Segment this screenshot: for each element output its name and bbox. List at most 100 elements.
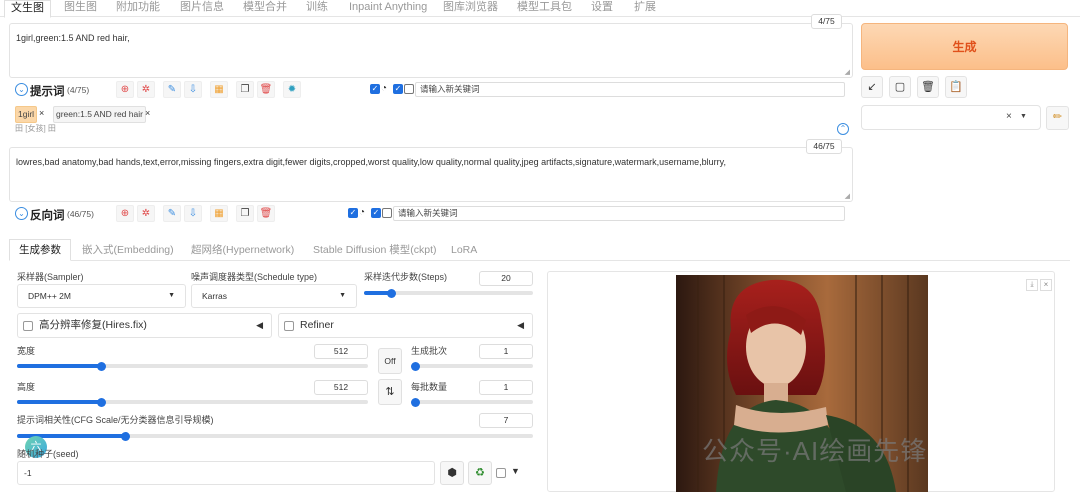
- schedule-value: Karras: [202, 291, 228, 301]
- translate-icon[interactable]: ⊕: [116, 81, 134, 98]
- height-input[interactable]: 512: [314, 380, 368, 395]
- dice-icon[interactable]: ⬢: [440, 461, 464, 485]
- extra-seed-checkbox[interactable]: [496, 468, 506, 478]
- tab-hypernetwork[interactable]: 超网络(Hypernetwork): [191, 240, 294, 260]
- tab-extras[interactable]: 附加功能: [116, 0, 160, 17]
- batch-count-slider[interactable]: [410, 361, 533, 371]
- prompt-text: 1girl,green:1.5 AND red hair,: [16, 33, 130, 43]
- clipboard-icon[interactable]: 📋: [945, 76, 967, 98]
- copy-icon[interactable]: ❐: [236, 81, 254, 98]
- tab-inpaint-anything[interactable]: Inpaint Anything: [349, 0, 427, 17]
- auto-checkbox[interactable]: ✓: [393, 84, 403, 94]
- cfg-slider[interactable]: [17, 431, 533, 441]
- tab-settings[interactable]: 设置: [591, 0, 613, 17]
- resize-handle-icon[interactable]: ◢: [845, 68, 850, 76]
- prompt-tag-1girl[interactable]: 1girl: [15, 106, 38, 123]
- swap-off-button[interactable]: Off: [378, 348, 402, 374]
- gear-icon[interactable]: ✲: [137, 81, 155, 98]
- hires-fix-accordion[interactable]: 高分辨率修复(Hires.fix) ◀: [17, 313, 272, 338]
- keyword-input[interactable]: 请输入新关键词: [415, 82, 845, 97]
- collapse-icon[interactable]: ⌄: [15, 207, 28, 220]
- clear-icon[interactable]: ×: [1006, 111, 1012, 122]
- tab-lora[interactable]: LoRA: [451, 240, 477, 260]
- tag-hint-row: 田 [女孩] 田: [15, 124, 56, 133]
- square-icon[interactable]: ▢: [889, 76, 911, 98]
- tab-model-merge[interactable]: 模型合并: [243, 0, 287, 17]
- styles-dropdown[interactable]: × ▼: [861, 105, 1041, 130]
- grid-icon[interactable]: ▦: [210, 205, 228, 222]
- tab-png-info[interactable]: 图片信息: [180, 0, 224, 17]
- batch-size-slider[interactable]: [410, 397, 533, 407]
- prompt-tag-green-red-hair[interactable]: green:1.5 AND red hair: [53, 106, 146, 123]
- trash-icon[interactable]: 🗑: [917, 76, 939, 98]
- slider-handle[interactable]: [96, 361, 106, 371]
- close-icon[interactable]: ×: [145, 108, 150, 118]
- width-input[interactable]: 512: [314, 344, 368, 359]
- cfg-input[interactable]: 7: [479, 413, 533, 428]
- tab-image-browser[interactable]: 图库浏览器: [443, 0, 498, 17]
- slider-handle[interactable]: [386, 288, 396, 298]
- tab-checkpoint[interactable]: Stable Diffusion 模型(ckpt): [313, 240, 437, 260]
- prompt-textarea[interactable]: 1girl,green:1.5 AND red hair, ◢: [9, 23, 853, 78]
- batch-size-input[interactable]: 1: [479, 380, 533, 395]
- batch-count-label: 生成批次: [411, 346, 448, 356]
- refresh-icon[interactable]: ✹: [283, 81, 301, 98]
- slider-handle[interactable]: [410, 397, 420, 407]
- enable-checkbox[interactable]: ✓: [370, 84, 380, 94]
- hires-fix-checkbox[interactable]: [23, 321, 33, 331]
- tab-model-toolkit[interactable]: 模型工具包: [517, 0, 572, 17]
- translate-icon[interactable]: ⊕: [116, 205, 134, 222]
- enable-checkbox[interactable]: ✓: [348, 208, 358, 218]
- batch-count-input[interactable]: 1: [479, 344, 533, 359]
- chevron-up-icon[interactable]: ⌃: [837, 123, 849, 135]
- auto-checkbox[interactable]: ✓: [371, 208, 381, 218]
- collapse-icon[interactable]: ⌄: [15, 83, 28, 96]
- swap-dimensions-icon[interactable]: ⇅: [378, 379, 402, 405]
- edit-icon[interactable]: ✎: [163, 205, 181, 222]
- negative-prompt-text: lowres,bad anatomy,bad hands,text,error,…: [16, 157, 726, 167]
- sampler-dropdown[interactable]: DPM++ 2M ▼: [17, 284, 186, 308]
- seed-input[interactable]: -1: [17, 461, 435, 485]
- close-icon[interactable]: ×: [39, 108, 44, 118]
- tab-generation-params[interactable]: 生成参数: [9, 239, 71, 261]
- trash-icon[interactable]: 🗑: [257, 81, 275, 98]
- collapse-arrow-icon[interactable]: ◀: [256, 314, 263, 337]
- keyword-input[interactable]: 请输入新关键词: [393, 206, 845, 221]
- tab-embedding[interactable]: 嵌入式(Embedding): [82, 240, 174, 260]
- negative-prompt-textarea[interactable]: lowres,bad anatomy,bad hands,text,error,…: [9, 147, 853, 202]
- slider-handle[interactable]: [410, 361, 420, 371]
- resize-handle-icon[interactable]: ◢: [845, 192, 850, 200]
- refiner-checkbox[interactable]: [284, 321, 294, 331]
- tab-img2img[interactable]: 图生图: [64, 0, 97, 17]
- gear-icon[interactable]: ✲: [137, 205, 155, 222]
- tab-extensions[interactable]: 扩展: [634, 0, 656, 17]
- generate-button[interactable]: 生成: [861, 23, 1068, 70]
- width-slider[interactable]: [17, 361, 368, 371]
- height-slider[interactable]: [17, 397, 368, 407]
- trash-icon[interactable]: 🗑: [257, 205, 275, 222]
- refiner-accordion[interactable]: Refiner ◀: [278, 313, 533, 338]
- tab-train[interactable]: 训练: [306, 0, 328, 17]
- edit-icon[interactable]: ✎: [163, 81, 181, 98]
- download-icon[interactable]: ⤓: [1026, 279, 1038, 291]
- grid-icon[interactable]: ▦: [210, 81, 228, 98]
- close-icon[interactable]: ×: [1040, 279, 1052, 291]
- pencil-icon[interactable]: ✏: [1046, 106, 1069, 130]
- import-icon[interactable]: ⇩: [184, 81, 202, 98]
- slider-handle[interactable]: [96, 397, 106, 407]
- tab-txt2img[interactable]: 文生图: [4, 0, 51, 18]
- extra-checkbox[interactable]: [404, 84, 414, 94]
- collapse-arrow-icon[interactable]: ◀: [517, 314, 524, 337]
- schedule-dropdown[interactable]: Karras ▼: [191, 284, 357, 308]
- arrow-icon[interactable]: ↙: [861, 76, 883, 98]
- recycle-icon[interactable]: ♻: [468, 461, 492, 485]
- expand-arrow-icon[interactable]: ▼: [511, 466, 520, 476]
- extra-checkbox[interactable]: [382, 208, 392, 218]
- import-icon[interactable]: ⇩: [184, 205, 202, 222]
- steps-input[interactable]: 20: [479, 271, 533, 286]
- refiner-label: Refiner: [300, 319, 334, 331]
- slider-handle[interactable]: [120, 431, 130, 441]
- copy-icon[interactable]: ❐: [236, 205, 254, 222]
- prompt-count: (4/75): [67, 85, 90, 95]
- steps-slider[interactable]: [364, 288, 533, 298]
